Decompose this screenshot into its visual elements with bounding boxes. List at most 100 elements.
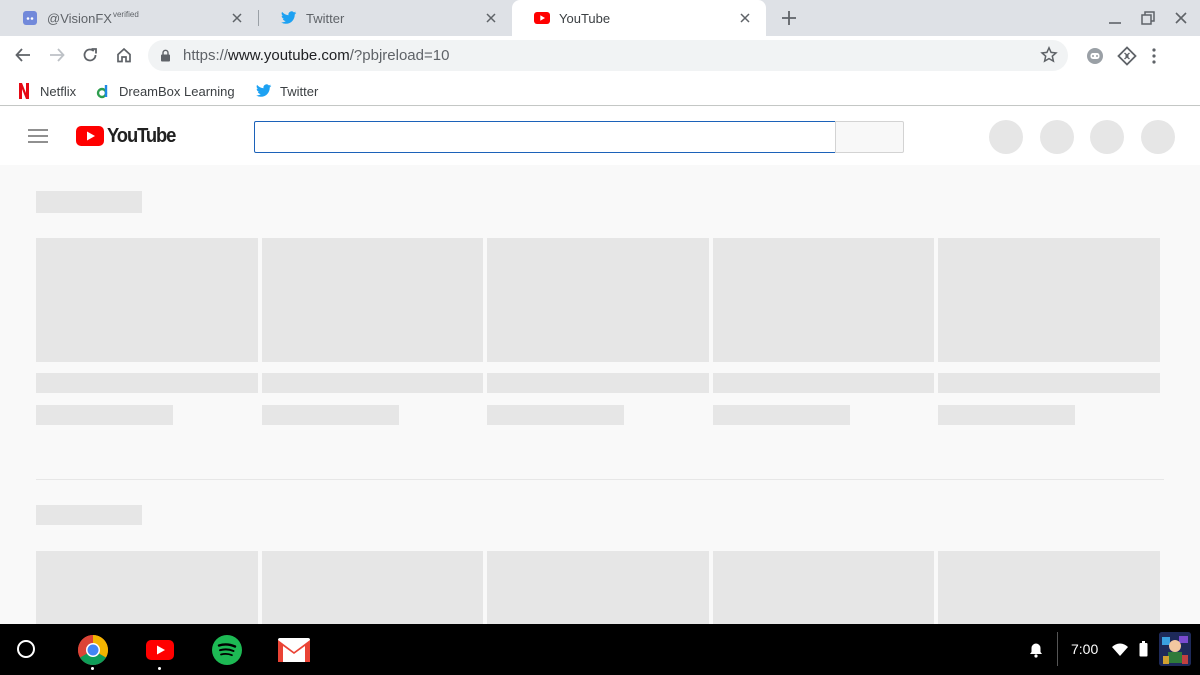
shelf-title-placeholder <box>36 191 142 213</box>
new-tab-icon[interactable] <box>779 8 799 28</box>
twitter-icon <box>281 10 297 26</box>
search-button[interactable] <box>835 121 904 153</box>
tab-label: YouTube <box>559 10 611 26</box>
meta-placeholder <box>487 405 624 425</box>
shelf-divider <box>36 479 1164 480</box>
tab-youtube[interactable]: YouTube <box>512 0 766 36</box>
tab-discord[interactable]: @VisionFXverified <box>0 0 258 36</box>
reload-button[interactable] <box>79 44 101 66</box>
running-indicator <box>158 667 161 670</box>
home-button[interactable] <box>113 44 135 66</box>
meta-placeholder <box>36 405 173 425</box>
bookmark-label: Twitter <box>280 83 319 99</box>
forward-button[interactable] <box>46 44 68 66</box>
lock-icon[interactable] <box>160 49 171 62</box>
launcher-button[interactable] <box>17 640 35 658</box>
tab-strip: @VisionFXverified Twitter YouTube <box>0 0 1200 36</box>
meta-placeholder <box>262 405 399 425</box>
browser-toolbar: https://www.youtube.com/?pbjreload=10 <box>0 36 1200 76</box>
youtube-icon <box>534 10 550 26</box>
title-placeholder <box>487 373 709 393</box>
menu-icon[interactable] <box>28 129 48 143</box>
url-scheme: https:// <box>183 47 229 64</box>
close-window-icon[interactable] <box>1172 9 1190 27</box>
chrome-app[interactable] <box>77 634 109 666</box>
shelf-title-placeholder <box>36 505 142 525</box>
address-bar[interactable]: https://www.youtube.com/?pbjreload=10 <box>148 40 1068 71</box>
os-shelf: 7:00 <box>0 624 1200 675</box>
thumbnail-placeholder[interactable] <box>713 551 934 624</box>
more-vert-icon[interactable] <box>1149 47 1159 65</box>
close-icon[interactable] <box>484 11 498 25</box>
back-button[interactable] <box>12 44 34 66</box>
minimize-icon[interactable] <box>1106 9 1124 27</box>
youtube-logo[interactable]: YouTube <box>76 125 181 147</box>
url-path: /?pbjreload=10 <box>349 47 450 64</box>
tab-superscript: verified <box>112 10 139 19</box>
arrow-left-icon <box>15 48 30 62</box>
bookmark-label: Netflix <box>40 83 77 99</box>
close-icon[interactable] <box>230 11 244 25</box>
youtube-masthead: YouTube <box>0 107 1200 165</box>
battery-icon[interactable] <box>1139 641 1148 657</box>
thumbnail-placeholder[interactable] <box>487 238 709 362</box>
wifi-icon[interactable] <box>1112 643 1128 656</box>
user-avatar[interactable] <box>1159 632 1191 666</box>
gmail-app[interactable] <box>278 634 310 666</box>
clock[interactable]: 7:00 <box>1071 641 1098 657</box>
tab-label: @VisionFXverified <box>47 10 139 26</box>
restore-icon[interactable] <box>1139 9 1157 27</box>
thumbnail-placeholder[interactable] <box>487 551 709 624</box>
loading-content <box>0 165 1200 624</box>
star-icon[interactable] <box>1040 46 1058 64</box>
title-placeholder <box>36 373 258 393</box>
spotify-icon <box>212 635 242 665</box>
thumbnail-placeholder[interactable] <box>262 551 483 624</box>
title-placeholder <box>938 373 1160 393</box>
bookmark-dreambox[interactable]: DreamBox Learning <box>95 81 235 101</box>
meta-placeholder <box>713 405 850 425</box>
thumbnail-placeholder[interactable] <box>938 238 1160 362</box>
header-button-placeholder[interactable] <box>1040 120 1074 154</box>
avatar-image <box>1159 632 1191 666</box>
thumbnail-placeholder[interactable] <box>938 551 1160 624</box>
netflix-icon <box>16 83 32 99</box>
thumbnail-placeholder[interactable] <box>36 238 258 362</box>
dreambox-icon <box>95 83 111 99</box>
header-button-placeholder[interactable] <box>1141 120 1175 154</box>
tab-label: Twitter <box>306 10 345 26</box>
reload-icon <box>83 48 97 62</box>
tray-separator <box>1057 632 1058 666</box>
thumbnail-placeholder[interactable] <box>36 551 258 624</box>
home-icon <box>117 47 131 63</box>
meta-placeholder <box>938 405 1075 425</box>
bookmark-netflix[interactable]: Netflix <box>16 81 76 101</box>
shazam-extension-button[interactable] <box>1116 45 1138 67</box>
search-input[interactable] <box>254 121 836 153</box>
discord-icon <box>1087 48 1103 64</box>
header-button-placeholder[interactable] <box>1090 120 1124 154</box>
discord-extension-button[interactable] <box>1084 45 1106 67</box>
spotify-app[interactable] <box>211 634 243 666</box>
header-button-placeholder[interactable] <box>989 120 1023 154</box>
url-text: https://www.youtube.com/?pbjreload=10 <box>183 47 449 64</box>
running-indicator <box>91 667 94 670</box>
youtube-icon <box>146 640 174 660</box>
tab-twitter[interactable]: Twitter <box>259 0 512 36</box>
bell-icon[interactable] <box>1029 642 1043 658</box>
bookmark-twitter[interactable]: Twitter <box>256 81 318 101</box>
twitter-icon <box>256 83 272 99</box>
url-host: www.youtube.com <box>228 47 350 64</box>
close-icon[interactable] <box>738 11 752 25</box>
gmail-icon <box>278 638 310 662</box>
thumbnail-placeholder[interactable] <box>713 238 934 362</box>
bookmarks-bar: Netflix DreamBox Learning Twitter <box>0 76 1200 106</box>
bookmark-label: DreamBox Learning <box>119 83 235 99</box>
youtube-app[interactable] <box>144 634 176 666</box>
thumbnail-placeholder[interactable] <box>262 238 483 362</box>
discord-icon <box>22 10 38 26</box>
shazam-icon <box>1117 46 1137 66</box>
title-placeholder <box>262 373 483 393</box>
arrow-right-icon <box>50 48 65 62</box>
youtube-play-icon <box>76 126 104 146</box>
